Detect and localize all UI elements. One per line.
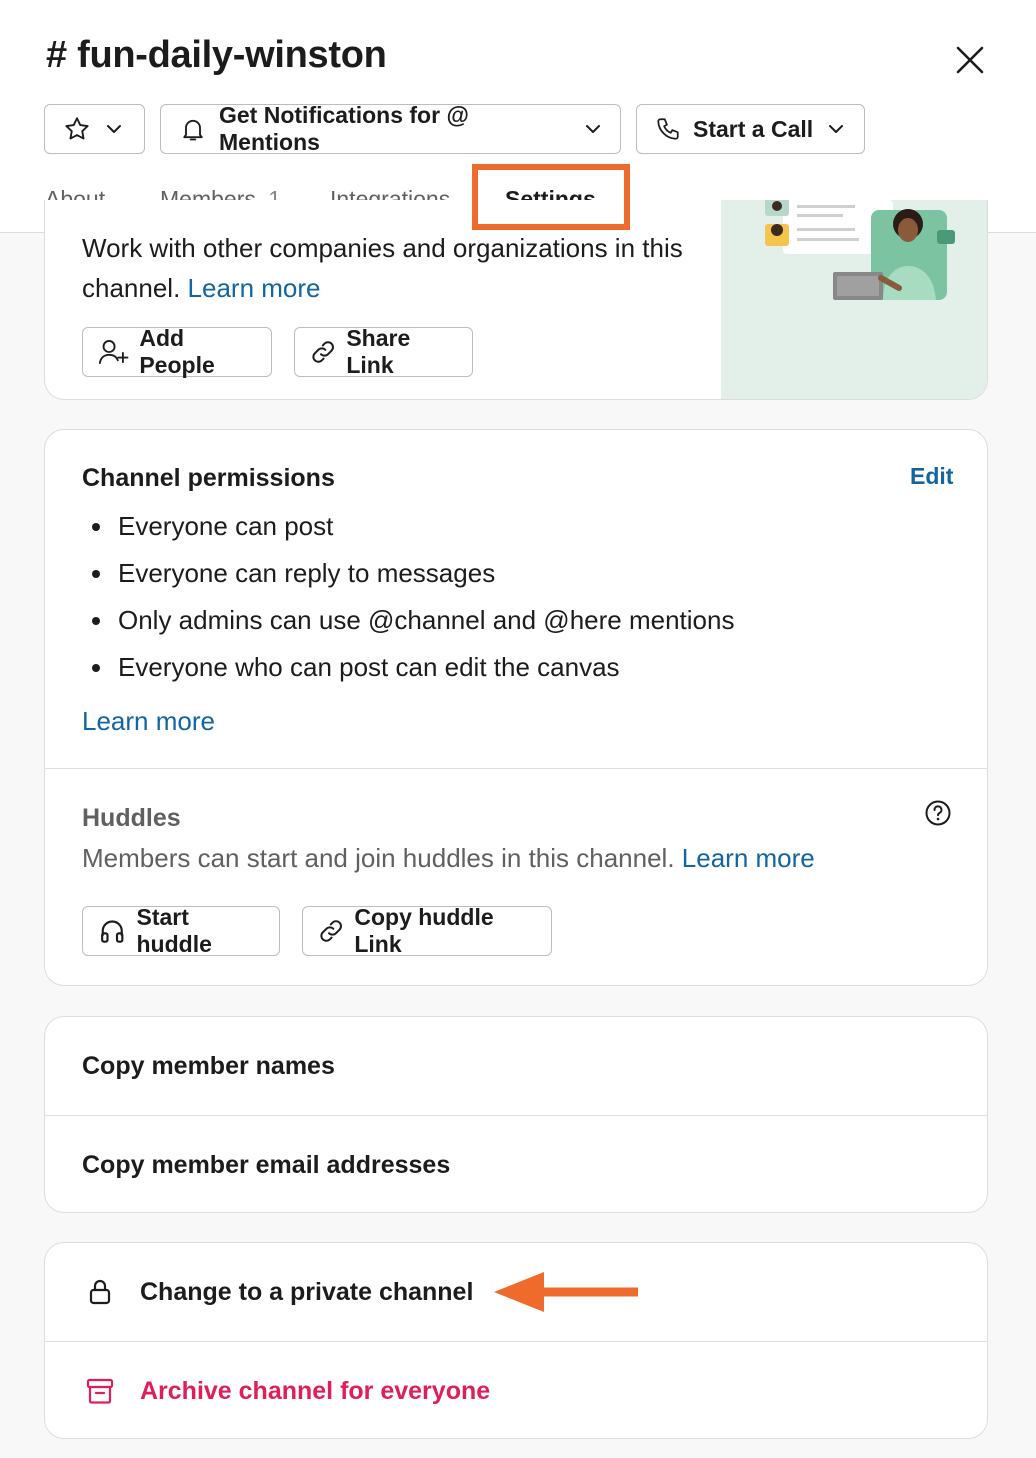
copy-huddle-link-button[interactable]: Copy huddle Link: [302, 904, 552, 957]
headphones-icon: [101, 920, 124, 943]
star-icon: [65, 117, 89, 140]
channel-details-header: # fun-daily-winston Get Notifications fo…: [0, 0, 1036, 233]
huddles-title: Huddles: [82, 804, 181, 832]
copy-huddle-link-label: Copy huddle Link: [354, 904, 494, 957]
chevron-down-icon: [586, 125, 600, 133]
huddles-learn-more-link[interactable]: Learn more: [682, 843, 815, 873]
list-item: Only admins can use @channel and @here m…: [82, 604, 734, 651]
archive-icon: [85, 1376, 115, 1406]
channel-actions-card: Change to a private channel Archive chan…: [44, 1242, 988, 1439]
list-item: Everyone can reply to messages: [82, 557, 734, 604]
copy-member-emails-label: Copy member email addresses: [82, 1150, 451, 1179]
notifications-dropdown-button[interactable]: Get Notifications for @ Mentions: [160, 102, 621, 155]
help-button[interactable]: [923, 798, 953, 828]
external-learn-more-link[interactable]: Learn more: [188, 273, 321, 303]
channel-title: # fun-daily-winston: [46, 34, 387, 76]
chevron-down-icon: [829, 125, 844, 133]
bell-icon: [183, 119, 203, 141]
huddles-description-text: Members can start and join huddles in th…: [82, 843, 675, 873]
permissions-card: Channel permissions Edit Everyone can po…: [44, 429, 988, 986]
external-connections-text: Work with other companies and organizati…: [82, 228, 702, 308]
notifications-label: Get Notifications for @ Mentions: [219, 102, 469, 155]
copy-actions-card: Copy member names Copy member email addr…: [44, 1016, 988, 1213]
list-item: Everyone can post: [82, 510, 734, 557]
link-icon: [320, 920, 342, 942]
share-link-label: Share Link: [346, 325, 411, 378]
link-icon: [312, 341, 334, 363]
channel-permissions-title: Channel permissions: [82, 464, 335, 492]
add-people-label: Add People: [139, 325, 215, 378]
copy-member-emails-row[interactable]: Copy member email addresses: [45, 1116, 987, 1212]
chevron-down-icon: [107, 125, 121, 133]
permissions-list: Everyone can post Everyone can reply to …: [82, 510, 734, 698]
copy-member-names-label: Copy member names: [82, 1051, 335, 1080]
add-person-icon: [98, 340, 129, 364]
add-people-button[interactable]: Add People: [82, 325, 272, 378]
change-to-private-row[interactable]: Change to a private channel: [45, 1243, 987, 1341]
star-dropdown-button[interactable]: [44, 104, 145, 154]
archive-channel-label: Archive channel for everyone: [140, 1376, 491, 1405]
permissions-learn-more-link[interactable]: Learn more: [82, 706, 215, 737]
external-connections-card: Work with other companies and organizati…: [44, 200, 988, 400]
list-item: Everyone who can post can edit the canva…: [82, 651, 734, 698]
start-call-dropdown-button[interactable]: Start a Call: [636, 104, 865, 154]
external-connections-description: Work with other companies and organizati…: [82, 233, 683, 303]
slack-connect-illustration: [721, 200, 987, 399]
divider: [45, 768, 987, 769]
archive-channel-row[interactable]: Archive channel for everyone: [45, 1342, 987, 1438]
question-circle-icon: [925, 800, 951, 826]
copy-member-names-row[interactable]: Copy member names: [45, 1017, 987, 1115]
share-link-button[interactable]: Share Link: [294, 325, 473, 378]
close-icon: [956, 46, 984, 74]
phone-icon: [657, 118, 679, 140]
edit-permissions-link[interactable]: Edit: [910, 463, 953, 490]
close-button[interactable]: [950, 40, 990, 80]
huddles-description: Members can start and join huddles in th…: [82, 843, 815, 874]
start-huddle-button[interactable]: Start huddle: [82, 904, 280, 957]
start-call-label: Start a Call: [693, 115, 814, 142]
start-huddle-label: Start huddle: [136, 904, 212, 957]
change-to-private-label: Change to a private channel: [140, 1277, 474, 1306]
lock-icon: [85, 1277, 115, 1307]
